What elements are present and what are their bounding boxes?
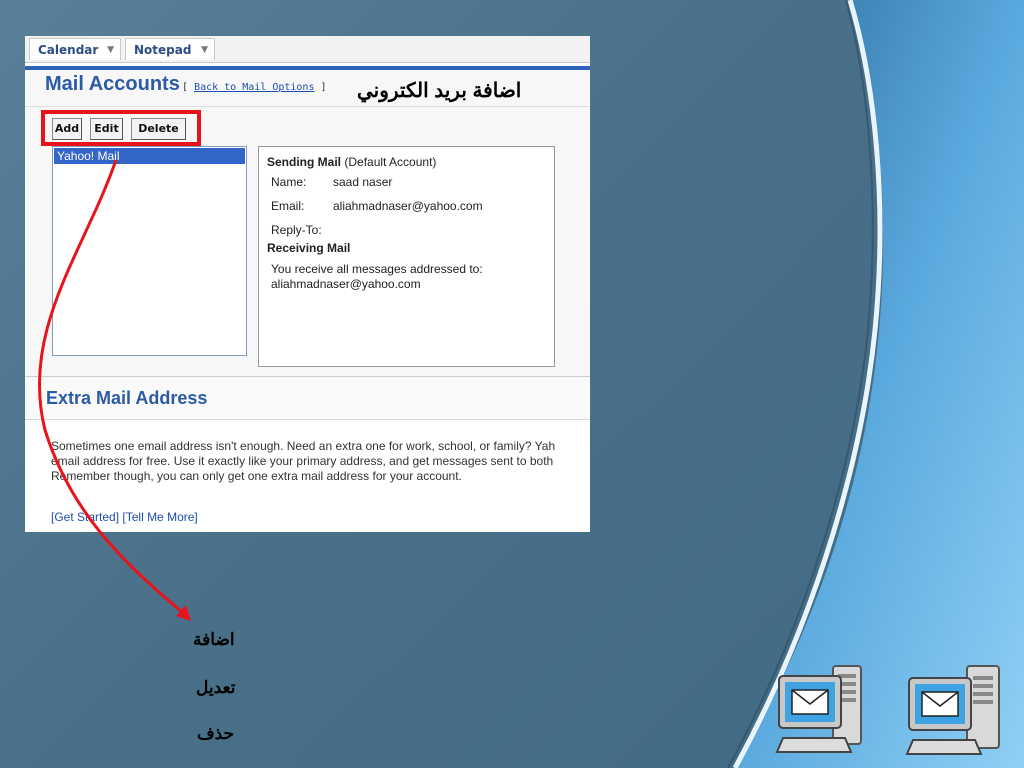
annotation-add: اضافة <box>193 630 235 649</box>
annotation-edit: تعديل <box>196 678 236 697</box>
annotation-delete: حذف <box>197 724 235 743</box>
annotation-arrow <box>37 159 191 621</box>
